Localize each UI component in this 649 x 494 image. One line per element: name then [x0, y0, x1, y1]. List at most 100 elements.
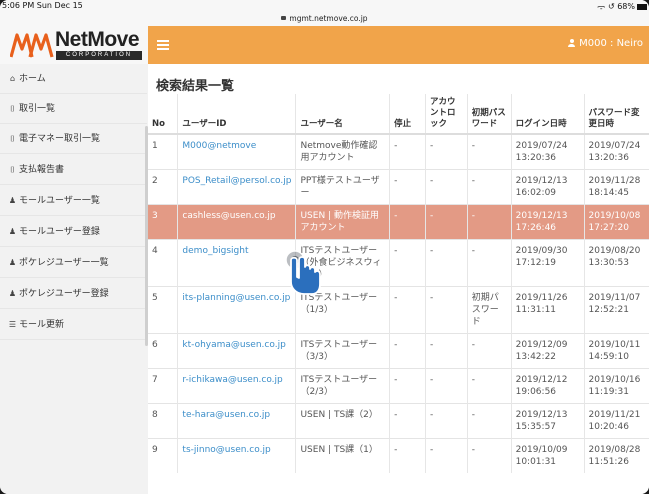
top-nav-bar: M000 : Neiro	[148, 26, 649, 64]
cell-user-id[interactable]: cashless@usen.co.jp	[177, 204, 296, 240]
home-icon: ⌂	[9, 74, 16, 83]
cell-initial-pw: -	[466, 438, 512, 473]
page-title: 検索結果一覧	[156, 79, 235, 94]
user-icon: ♟	[8, 227, 17, 236]
cell-user-id[interactable]: te-hara@usen.co.jp	[177, 403, 296, 439]
cell-initial-pw: -	[466, 403, 512, 439]
cell-no: 6	[148, 333, 178, 369]
cell-stopped: -	[389, 133, 426, 170]
document-icon: ⌷	[10, 134, 15, 143]
user-icon: ♟	[8, 196, 17, 205]
address-bar[interactable]: mgmt.netmove.co.jp	[0, 14, 649, 23]
table-row[interactable]: 5 its-planning@usen.co.jp ITSテストユーザー（1/3…	[148, 286, 649, 334]
document-icon: ⌷	[10, 104, 15, 113]
cell-user-id[interactable]: demo_bigsight	[177, 239, 296, 287]
column-header-stopped[interactable]: 停止	[389, 94, 426, 135]
sidebar-item-payment-report[interactable]: ⌷ 支払報告書	[0, 155, 147, 185]
document-icon: ⌷	[10, 165, 15, 174]
cell-no: 4	[148, 239, 178, 287]
cell-pw-changed: 2019/10/16 11:19:31	[583, 368, 649, 404]
cell-login: 2019/10/09 10:01:31	[510, 438, 584, 473]
sidebar-item-label: モールユーザー一覧	[19, 196, 100, 206]
cell-login: 2019/12/13 15:35:57	[510, 403, 584, 439]
table-row-selected[interactable]: 3 cashless@usen.co.jp USEN | 動作検証用アカウント …	[148, 204, 649, 240]
user-icon	[568, 39, 576, 47]
column-header-no[interactable]: No	[148, 94, 178, 135]
table-row[interactable]: 1 M000@netmove Netmove動作確認用アカウント - - - 2…	[148, 133, 649, 170]
cell-user-name: PPT様テストユーザー	[295, 169, 390, 205]
app-header: NetMove CORPORATION M000 : Neiro	[0, 26, 649, 64]
cell-stopped: -	[389, 403, 426, 439]
column-header-initial-password[interactable]: 初期パスワード	[466, 94, 512, 135]
cell-locked: -	[424, 239, 468, 287]
cell-user-id[interactable]: r-ichikawa@usen.co.jp	[177, 368, 296, 404]
hamburger-menu-icon[interactable]	[157, 40, 169, 50]
sidebar-item-label: 取引一覧	[19, 104, 56, 114]
cell-user-name: USEN | TS課（2）	[295, 403, 390, 439]
logo[interactable]: NetMove CORPORATION	[0, 26, 148, 64]
table-row[interactable]: 4 demo_bigsight ITSテストユーザー（外食ビジネスウィーク） -…	[148, 239, 649, 287]
cell-stopped: -	[389, 438, 426, 473]
table-row[interactable]: 7 r-ichikawa@usen.co.jp ITSテストユーザー（2/3） …	[148, 368, 649, 404]
cell-locked: -	[424, 403, 468, 439]
column-header-user-id[interactable]: ユーザーID	[177, 94, 296, 135]
sidebar-item-label: モールユーザー登録	[19, 227, 100, 237]
cell-locked: -	[424, 438, 468, 473]
sidebar-item-transactions[interactable]: ⌷ 取引一覧	[0, 94, 147, 124]
cell-login: 2019/12/12 19:06:56	[510, 368, 584, 404]
cell-login: 2019/12/13 16:02:09	[510, 169, 584, 205]
sidebar-item-home[interactable]: ⌂ ホーム	[0, 64, 147, 94]
status-time: 5:06 PM Sun Dec 15	[2, 1, 83, 10]
battery-text: ᯙ ↺ 68%	[596, 2, 635, 11]
results-table: No ユーザーID ユーザー名 停止 アカウントロック 初期パスワード ログイン…	[148, 94, 649, 473]
cell-initial-pw: -	[466, 169, 512, 205]
sidebar-item-label: ポケレジユーザー一覧	[19, 258, 109, 268]
users-icon: ♟	[8, 289, 17, 298]
sidebar-item-emoney-transactions[interactable]: ⌷ 電子マネー取引一覧	[0, 124, 147, 154]
sidebar-item-mall-user-register[interactable]: ♟ モールユーザー登録	[0, 217, 147, 247]
sidebar-item-pokereji-user-register[interactable]: ♟ ポケレジユーザー登録	[0, 279, 147, 309]
table-row[interactable]: 9 ts-jinno@usen.co.jp USEN | TS課（1） - - …	[148, 438, 649, 473]
cell-no: 1	[148, 133, 178, 170]
column-header-password-changed[interactable]: パスワード変更日時	[583, 94, 649, 135]
user-label: M000 : Neiro	[579, 38, 643, 49]
cell-locked: -	[424, 169, 468, 205]
table-row[interactable]: 2 POS_Retail@persol.co.jp PPT様テストユーザー - …	[148, 169, 649, 205]
cell-user-id[interactable]: kt-ohyama@usen.co.jp	[177, 333, 296, 369]
cell-pw-changed: 2019/11/07 12:52:21	[583, 286, 649, 334]
column-header-user-name[interactable]: ユーザー名	[295, 94, 390, 135]
sidebar-item-pokereji-users[interactable]: ♟ ポケレジユーザー一覧	[0, 248, 147, 278]
cell-pw-changed: 2019/08/28 11:51:26	[583, 438, 649, 473]
user-menu[interactable]: M000 : Neiro	[568, 38, 643, 49]
url-text: mgmt.netmove.co.jp	[289, 14, 368, 23]
cell-initial-pw: 初期パスワード	[466, 286, 512, 334]
cell-locked: -	[424, 333, 468, 369]
cell-locked: -	[424, 133, 468, 170]
cell-user-id[interactable]: its-planning@usen.co.jp	[177, 286, 296, 334]
cell-no: 7	[148, 368, 178, 404]
main-content: 検索結果一覧 No ユーザーID ユーザー名 停止 アカウントロック 初期パスワ…	[148, 64, 649, 494]
cell-no: 8	[148, 403, 178, 439]
cell-user-id[interactable]: POS_Retail@persol.co.jp	[177, 169, 296, 205]
cell-user-name: Netmove動作確認用アカウント	[295, 133, 390, 170]
column-header-account-lock[interactable]: アカウントロック	[424, 94, 468, 135]
cell-initial-pw: -	[466, 204, 512, 240]
cell-no: 5	[148, 286, 178, 334]
cell-user-id[interactable]: ts-jinno@usen.co.jp	[177, 438, 296, 473]
cell-login: 2019/09/30 17:12:19	[510, 239, 584, 287]
cell-login: 2019/12/09 13:42:22	[510, 333, 584, 369]
table-row[interactable]: 6 kt-ohyama@usen.co.jp ITSテストユーザー（3/3） -…	[148, 333, 649, 369]
lock-icon	[281, 16, 287, 20]
cell-pw-changed: 2019/10/08 17:27:20	[583, 204, 649, 240]
table-row[interactable]: 8 te-hara@usen.co.jp USEN | TS課（2） - - -…	[148, 403, 649, 439]
cell-user-name: ITSテストユーザー（2/3）	[295, 368, 390, 404]
sidebar-item-mall-update[interactable]: ☰ モール更新	[0, 310, 147, 340]
users-icon: ♟	[8, 258, 17, 267]
status-bar: 5:06 PM Sun Dec 15 mgmt.netmove.co.jp ᯙ …	[0, 0, 649, 26]
column-header-login-datetime[interactable]: ログイン日時	[510, 94, 584, 135]
cart-icon: ☰	[8, 320, 17, 329]
cell-pw-changed: 2019/11/21 10:20:46	[583, 403, 649, 439]
cell-user-name: USEN | 動作検証用アカウント	[295, 204, 390, 240]
cell-user-id[interactable]: M000@netmove	[177, 133, 296, 170]
sidebar-item-mall-users[interactable]: ♟ モールユーザー一覧	[0, 186, 147, 216]
